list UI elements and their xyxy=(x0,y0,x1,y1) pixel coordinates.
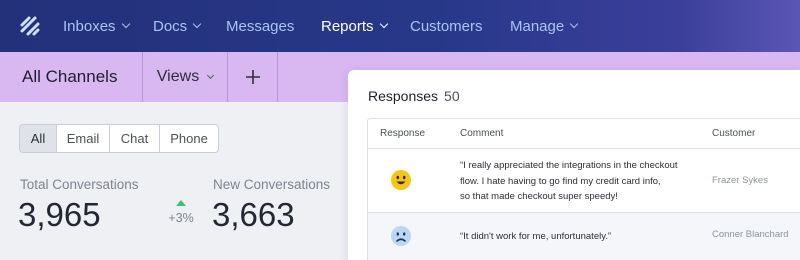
responses-table: Response Comment Customer “I really appr… xyxy=(367,118,800,260)
chevron-down-icon xyxy=(569,19,579,29)
customer-name[interactable]: Frazer Sykes xyxy=(712,175,768,186)
chevron-down-icon xyxy=(192,19,202,29)
delta-indicator: +3% xyxy=(166,200,196,225)
filter-email-button[interactable]: Email xyxy=(57,125,110,152)
nav-item-label: Reports xyxy=(321,17,374,35)
comment-text: “I really appreciated the integrations i… xyxy=(460,158,678,205)
page-title: All Channels xyxy=(22,67,118,86)
filter-all-button[interactable]: All xyxy=(20,125,57,152)
comment-line: so that made checkout super speedy! xyxy=(460,191,618,202)
nav-item-inboxes[interactable]: Inboxes xyxy=(63,0,130,52)
top-navigation: Inboxes Docs Messages Reports Customers … xyxy=(0,0,800,52)
chevron-down-icon xyxy=(121,19,130,29)
responses-count: 50 xyxy=(444,88,460,104)
nav-item-reports[interactable]: Reports xyxy=(321,0,388,52)
customer-name[interactable]: Conner Blanchard xyxy=(712,229,789,240)
chevron-down-icon xyxy=(379,19,388,29)
table-header: Response Comment Customer xyxy=(368,119,800,149)
nav-item-customers[interactable]: Customers xyxy=(410,0,483,52)
total-conversations-label: Total Conversations xyxy=(20,177,139,192)
nav-item-label: Docs xyxy=(153,17,188,35)
nav-item-label: Manage xyxy=(510,17,565,35)
views-dropdown[interactable]: Views xyxy=(142,52,228,102)
column-header-comment[interactable]: Comment xyxy=(460,128,503,139)
responses-title: Responses 50 xyxy=(368,88,460,104)
filter-phone-button[interactable]: Phone xyxy=(160,125,218,152)
new-conversations-label: New Conversations xyxy=(213,177,331,192)
new-conversations-value: 3,663 xyxy=(212,196,295,233)
comment-line: flow. I hate having to go find my credit… xyxy=(460,175,661,187)
nav-item-label: Customers xyxy=(410,17,483,35)
comment-text: “It didn't work for me, unfortunately.” xyxy=(460,229,611,245)
channel-filter: All Email Chat Phone xyxy=(19,124,219,153)
comment-line: “It didn't work for me, unfortunately.” xyxy=(460,231,612,242)
nav-item-manage[interactable]: Manage xyxy=(510,0,579,52)
helpscout-logo-icon[interactable] xyxy=(18,14,42,38)
add-view-button[interactable] xyxy=(228,52,278,102)
comment-line: “I really appreciated the integrations i… xyxy=(460,160,678,171)
filter-chat-button[interactable]: Chat xyxy=(110,125,160,152)
sad-face-icon xyxy=(391,226,411,246)
nav-item-label: Inboxes xyxy=(63,17,116,35)
responses-title-text: Responses xyxy=(368,88,439,104)
arrow-up-icon xyxy=(176,200,186,206)
delta-value: +3% xyxy=(168,211,194,225)
nav-item-messages[interactable]: Messages xyxy=(226,0,294,52)
plus-icon xyxy=(245,70,260,84)
column-header-response[interactable]: Response xyxy=(380,128,425,139)
happy-face-icon xyxy=(391,170,411,190)
table-row[interactable]: “It didn't work for me, unfortunately.” … xyxy=(368,213,800,260)
column-header-customer[interactable]: Customer xyxy=(712,128,755,139)
nav-item-label: Messages xyxy=(226,17,295,35)
table-row[interactable]: “I really appreciated the integrations i… xyxy=(368,149,800,213)
views-label: Views xyxy=(156,68,200,85)
total-conversations-value: 3,965 xyxy=(18,196,101,233)
nav-item-docs[interactable]: Docs xyxy=(153,0,202,52)
chevron-down-icon xyxy=(207,71,215,79)
